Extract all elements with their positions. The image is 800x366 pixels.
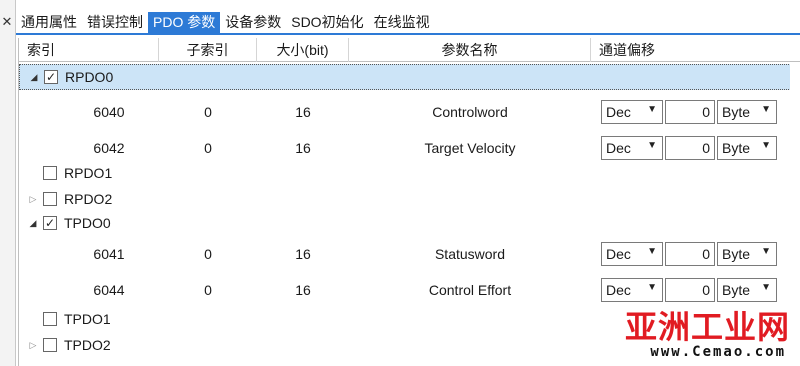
collapsed-arrow-icon[interactable]: ▷ [27,340,39,351]
checkbox-tpdo2[interactable] [43,338,57,352]
check-icon: ✓ [44,216,56,230]
cell-subindex: 0 [204,282,212,298]
collapsed-arrow-icon[interactable]: ▷ [27,194,39,205]
dropdown-arrow-icon: ▼ [761,140,771,151]
checkbox-rpdo1[interactable] [43,166,57,180]
column-header-subindex[interactable]: 子索引 [159,38,257,62]
group-label: RPDO2 [64,191,113,207]
close-icon[interactable]: ✕ [0,14,14,30]
unit-select[interactable]: Byte ▼ [717,136,777,160]
format-select[interactable]: Dec ▼ [601,242,663,266]
cell-param-name: Statusword [434,246,506,262]
cell-param-name: Control Effort [428,282,512,298]
group-row-rpdo0[interactable]: ◢ ✓ RPDO0 [19,64,800,90]
tab-error-control[interactable]: 错误控制 [82,12,148,33]
watermark-url: www.Cemao.com [650,344,786,360]
watermark-logo: 亚洲工业网 www.Cemao.com [608,302,794,364]
offset-input[interactable]: 0 [665,242,715,266]
group-row-tpdo0[interactable]: ◢ ✓ TPDO0 [19,210,800,236]
watermark-text: 亚洲工业网 [624,308,790,346]
unit-select-value: Byte [722,140,751,156]
dropdown-arrow-icon: ▼ [647,282,657,293]
cell-index: 6044 [93,282,125,298]
unit-select[interactable]: Byte ▼ [717,242,777,266]
group-row-rpdo1[interactable]: RPDO1 [19,160,800,186]
format-select[interactable]: Dec ▼ [601,278,663,302]
dropdown-arrow-icon: ▼ [647,140,657,151]
cell-index: 6041 [93,246,125,262]
format-select-value: Dec [606,246,631,262]
group-row-rpdo2[interactable]: ▷ RPDO2 [19,186,800,212]
column-header-size[interactable]: 大小(bit) [257,38,349,62]
unit-select-value: Byte [722,246,751,262]
column-header-index[interactable]: 索引 [19,38,159,62]
checkbox-rpdo2[interactable] [43,192,57,206]
format-select[interactable]: Dec ▼ [601,100,663,124]
offset-input[interactable]: 0 [665,100,715,124]
check-icon: ✓ [45,70,57,84]
table-row[interactable]: 6041 0 16 Statusword Dec ▼ 0 Byte ▼ [19,236,800,272]
offset-input[interactable]: 0 [665,278,715,302]
format-select-value: Dec [606,104,631,120]
tab-online-monitor[interactable]: 在线监视 [369,12,435,33]
grid-header: 索引 子索引 大小(bit) 参数名称 通道偏移 [19,38,800,62]
format-select-value: Dec [606,140,631,156]
group-label: TPDO1 [64,311,111,327]
tab-general[interactable]: 通用属性 [16,12,82,33]
table-row[interactable]: 6040 0 16 Controlword Dec ▼ 0 Byte ▼ [19,94,800,130]
group-label: RPDO0 [65,69,114,85]
tab-sdo-init[interactable]: SDO初始化 [286,12,368,33]
offset-input[interactable]: 0 [665,136,715,160]
cell-param-name: Controlword [432,104,508,120]
group-label: TPDO2 [64,337,111,353]
cell-size: 16 [295,282,311,298]
column-header-channel-offset[interactable]: 通道偏移 [591,38,800,62]
unit-select-value: Byte [722,282,751,298]
group-label: TPDO0 [64,215,111,231]
dropdown-arrow-icon: ▼ [647,246,657,257]
format-select[interactable]: Dec ▼ [601,136,663,160]
left-panel-edge: ✕ [0,0,16,366]
cell-subindex: 0 [204,104,212,120]
format-select-value: Dec [606,282,631,298]
cell-index: 6040 [93,104,125,120]
expanded-arrow-icon[interactable]: ◢ [28,72,40,83]
tab-bar: 通用属性 错误控制 PDO 参数 设备参数 SDO初始化 在线监视 [16,12,800,35]
expanded-arrow-icon[interactable]: ◢ [27,218,39,229]
checkbox-tpdo0[interactable]: ✓ [43,216,57,230]
cell-size: 16 [295,246,311,262]
tab-pdo[interactable]: PDO 参数 [148,12,221,33]
dropdown-arrow-icon: ▼ [761,104,771,115]
group-label: RPDO1 [64,165,113,181]
unit-select-value: Byte [722,104,751,120]
dropdown-arrow-icon: ▼ [761,282,771,293]
tab-device-params[interactable]: 设备参数 [220,12,286,33]
column-header-param-name[interactable]: 参数名称 [349,38,591,62]
unit-select[interactable]: Byte ▼ [717,100,777,124]
checkbox-rpdo0[interactable]: ✓ [44,70,58,84]
cell-subindex: 0 [204,246,212,262]
unit-select[interactable]: Byte ▼ [717,278,777,302]
dropdown-arrow-icon: ▼ [647,104,657,115]
dropdown-arrow-icon: ▼ [761,246,771,257]
cell-size: 16 [295,104,311,120]
checkbox-tpdo1[interactable] [43,312,57,326]
